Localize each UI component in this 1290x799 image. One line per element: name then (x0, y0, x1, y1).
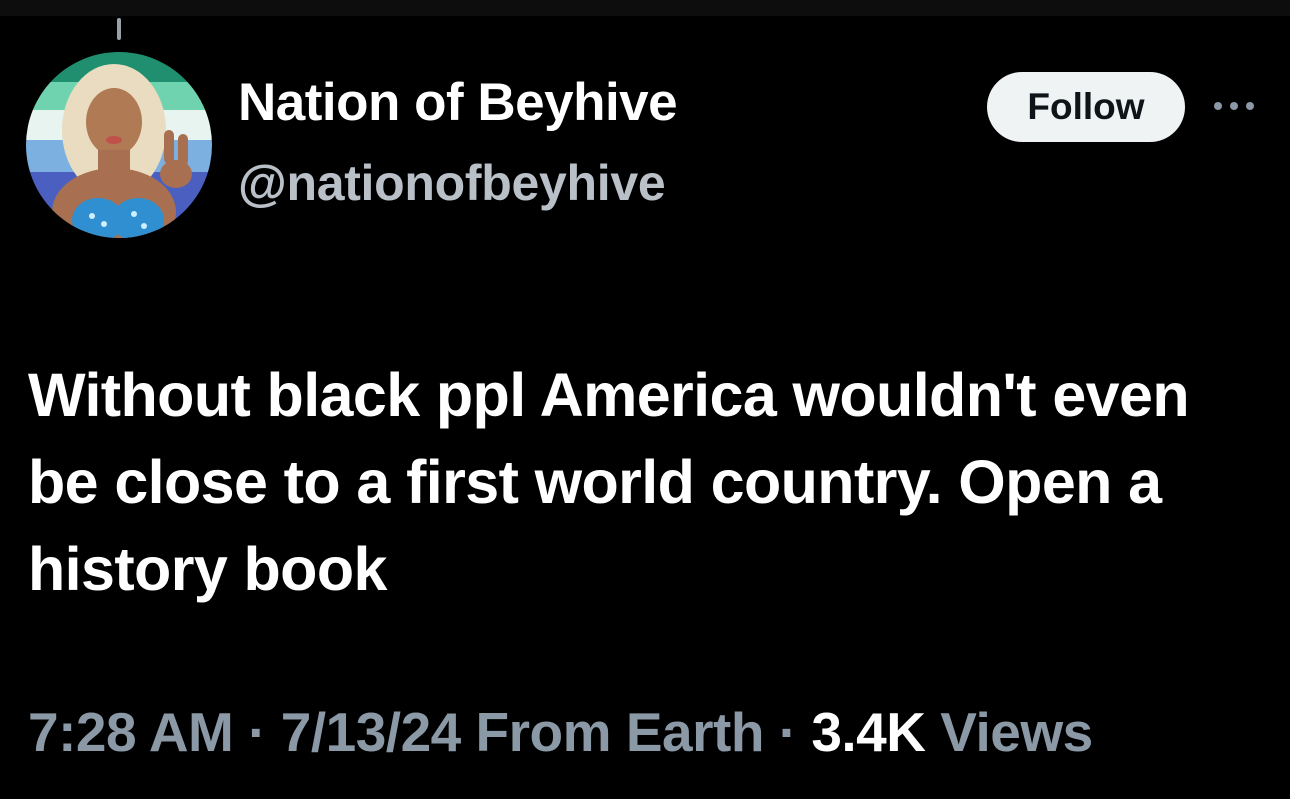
tweet-metadata: 7:28 AM · 7/13/24 From Earth · 3.4K View… (28, 700, 1093, 764)
tweet-time[interactable]: 7:28 AM (28, 701, 234, 763)
profile-photo-icon (26, 52, 212, 238)
views-label: Views (925, 701, 1093, 763)
meta-separator: · (233, 701, 281, 763)
tweet-text: Without black ppl America wouldn't even … (28, 361, 1190, 603)
thread-connector-line (117, 18, 121, 40)
author-handle[interactable]: @nationofbeyhive (238, 154, 666, 212)
more-options-button[interactable] (1210, 92, 1262, 120)
more-horizontal-icon (1214, 102, 1254, 110)
tweet-source: From Earth (460, 701, 765, 763)
tweet-date[interactable]: 7/13/24 (281, 701, 462, 763)
meta-separator: · (763, 701, 812, 763)
avatar[interactable] (26, 52, 212, 238)
views-count[interactable]: 3.4K (811, 701, 926, 763)
author-display-name[interactable]: Nation of Beyhive (238, 72, 678, 133)
top-bar (0, 0, 1290, 16)
follow-button[interactable]: Follow (987, 72, 1185, 142)
